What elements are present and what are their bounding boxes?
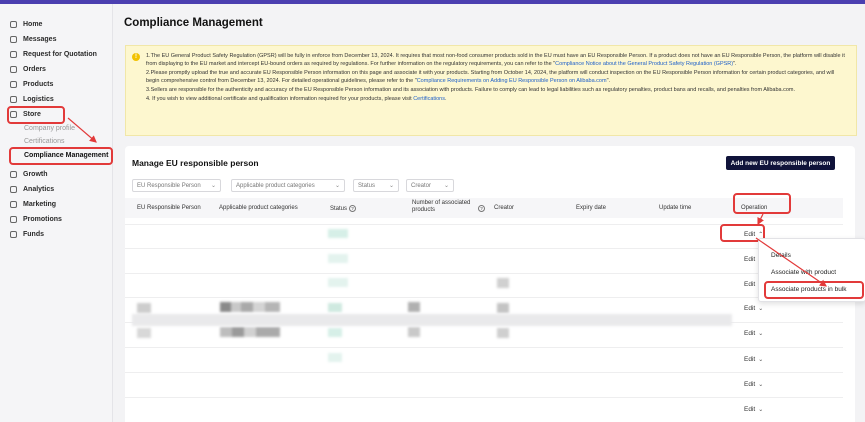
arrow-operation-to-edit: [757, 213, 764, 226]
arrow-store-to-compliance: [67, 117, 97, 143]
annotation-arrows: [67, 117, 827, 287]
arrow-edit-to-bulk: [755, 237, 827, 287]
